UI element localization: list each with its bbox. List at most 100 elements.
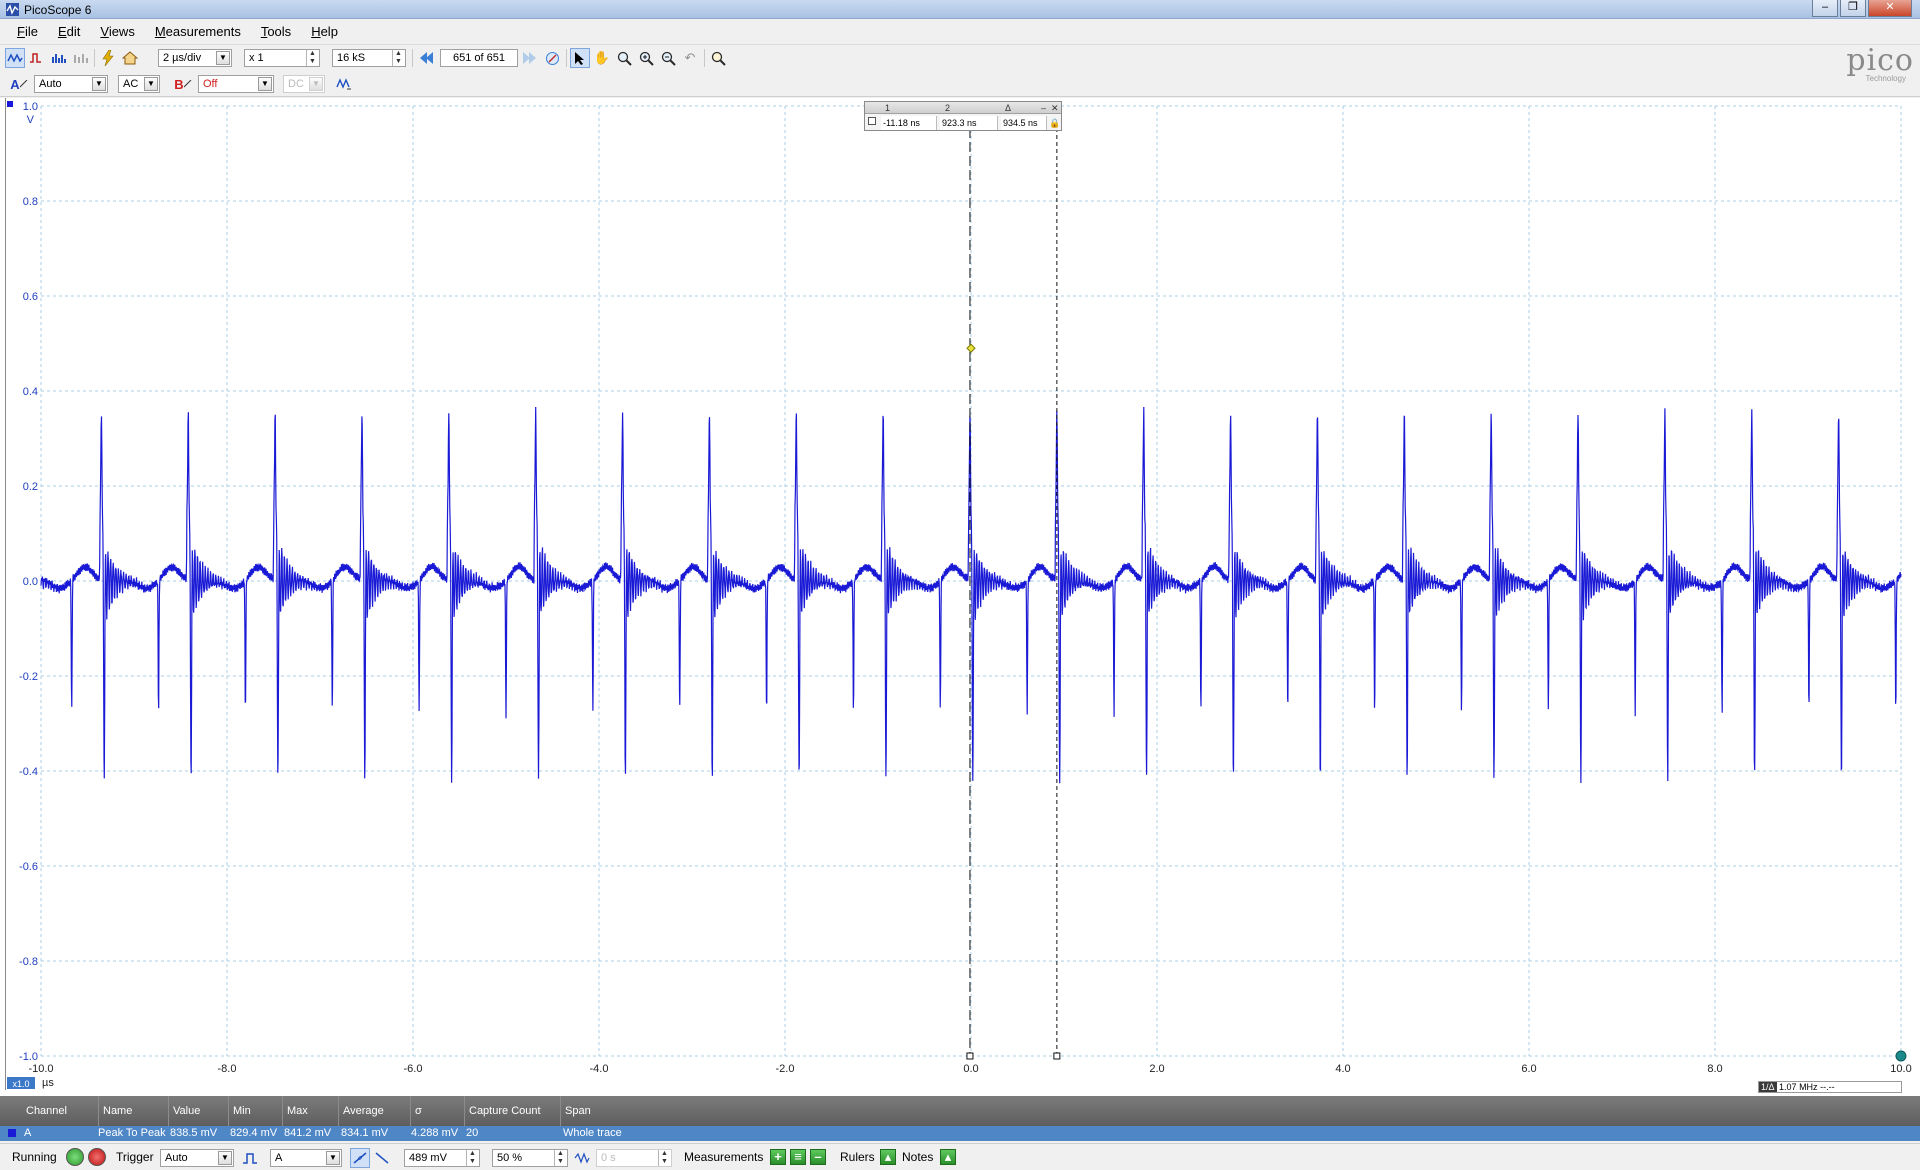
ruler-1-value: -11.18 ns <box>881 116 937 130</box>
rulers-label: Rulers <box>840 1150 875 1164</box>
y-tick-label: 0.8 <box>23 196 38 208</box>
oscilloscope-plot[interactable]: -10.0 -8.0 -6.0 -4.0 -2.0 0.0 2.0 4.0 6.0 8.0 10.0… <box>0 98 1920 1096</box>
measurements-table[interactable]: Channel Name Value Min Max Average σ Cap… <box>0 1096 1920 1141</box>
ruler-box-close-icon[interactable]: ✕ <box>1051 102 1059 114</box>
add-measurement-button[interactable]: + <box>770 1149 786 1165</box>
menu-edit[interactable]: Edit <box>48 21 90 43</box>
first-buffer-icon[interactable] <box>416 48 436 68</box>
edit-measurement-button[interactable]: ≡ <box>790 1149 806 1165</box>
zoom-box-icon[interactable] <box>614 48 634 68</box>
ruler-box-minimize-icon[interactable]: – <box>1041 102 1046 114</box>
window-title: PicoScope 6 <box>24 3 92 17</box>
time-ruler-handle-1[interactable] <box>966 1052 974 1060</box>
mso-mode-icon[interactable] <box>71 48 91 68</box>
undo-zoom-icon[interactable]: ↶ <box>680 48 700 68</box>
ruler-1-header: 1 <box>885 103 891 113</box>
cell-sigma: 4.288 mV <box>411 1127 459 1139</box>
frequency-label: 1/Δ <box>1759 1082 1777 1092</box>
close-button[interactable]: ✕ <box>1868 0 1912 17</box>
x-tick-label: 8.0 <box>1707 1063 1722 1075</box>
channel-b-coupling-select[interactable]: DC ▼ <box>283 75 325 93</box>
trigger-label: Trigger <box>116 1150 154 1164</box>
channel-a-axis-marker[interactable] <box>7 101 13 107</box>
buffer-navigator[interactable]: 651 of 651 <box>440 49 518 67</box>
notes-toggle-button[interactable]: ▴ <box>940 1149 956 1165</box>
status-bar: Running Trigger Auto ▼ A ▼ 489 mV ▲ ▼ 50 % ▲ ▼… <box>0 1143 1920 1170</box>
zoom-overview-icon[interactable] <box>708 48 728 68</box>
hand-tool-icon[interactable]: ✋ <box>592 48 612 68</box>
menu-views[interactable]: Views <box>90 21 144 43</box>
y-axis-unit-label: V <box>27 114 35 126</box>
col-channel[interactable]: Channel <box>22 1096 98 1126</box>
channel-color-swatch <box>8 1129 16 1137</box>
ruler-delta-header: Δ <box>1005 103 1012 113</box>
start-button[interactable] <box>66 1148 84 1166</box>
col-min[interactable]: Min <box>228 1096 282 1126</box>
spectrum-mode-icon[interactable] <box>49 48 69 68</box>
title-bar: PicoScope 6 – ❐ ✕ <box>0 0 1920 19</box>
falling-edge-icon[interactable] <box>372 1148 392 1168</box>
ruler-legend[interactable]: 1 2 Δ – ✕ -11.18 ns 923.3 ns 934.5 ns 🔒 <box>864 101 1062 131</box>
y-tick-label: -1.0 <box>19 1051 38 1063</box>
col-average[interactable]: Average <box>338 1096 410 1126</box>
pre-trigger-stepper[interactable]: 50 % ▲ ▼ <box>492 1149 568 1167</box>
menu-measurements[interactable]: Measurements <box>145 21 251 43</box>
trigger-source-select[interactable]: A ▼ <box>270 1149 342 1167</box>
pico-technology-logo: pico Technology <box>1846 43 1914 84</box>
trigger-marker[interactable] <box>966 343 976 353</box>
y-tick-label: 0.0 <box>23 576 38 588</box>
cell-value: 838.5 mV <box>170 1127 218 1139</box>
scope-mode-icon[interactable] <box>5 48 25 68</box>
trigger-mode-select[interactable]: Auto ▼ <box>160 1149 234 1167</box>
col-capture-count[interactable]: Capture Count <box>464 1096 560 1126</box>
menu-file[interactable]: File <box>0 21 48 43</box>
channel-a-range-select[interactable]: Auto ▼ <box>34 75 108 93</box>
trigger-threshold-stepper[interactable]: 489 mV ▲ ▼ <box>404 1149 480 1167</box>
channel-a-coupling-select[interactable]: AC ▼ <box>118 75 160 93</box>
trigger-delay-icon[interactable] <box>572 1148 592 1168</box>
timebase-end-handle[interactable] <box>1895 1050 1907 1062</box>
col-span[interactable]: Span <box>560 1096 760 1126</box>
delete-measurement-button[interactable]: – <box>810 1149 826 1165</box>
rulers-settings-button[interactable]: ▴ <box>880 1149 896 1165</box>
channel-options-icon[interactable] <box>334 74 354 94</box>
zoom-in-icon[interactable] <box>636 48 656 68</box>
channel-a-options[interactable]: A <box>7 74 31 94</box>
auto-setup-lightning-icon[interactable] <box>98 48 118 68</box>
maximize-button[interactable]: ❐ <box>1840 0 1866 17</box>
time-ruler-handle-2[interactable] <box>1053 1052 1061 1060</box>
menu-help[interactable]: Help <box>301 21 348 43</box>
rising-edge-icon[interactable] <box>350 1148 370 1168</box>
menu-tools[interactable]: Tools <box>251 21 301 43</box>
cell-average: 834.1 mV <box>341 1127 389 1139</box>
y-tick-label: -0.2 <box>19 671 38 683</box>
col-name[interactable]: Name <box>98 1096 168 1126</box>
plot-left-margin <box>0 98 5 1096</box>
persistence-mode-icon[interactable] <box>27 48 47 68</box>
cell-span: Whole trace <box>563 1127 622 1139</box>
col-value[interactable]: Value <box>168 1096 228 1126</box>
ruler-delta-value: 934.5 ns <box>1001 116 1047 130</box>
home-icon[interactable] <box>120 48 140 68</box>
multiplier-stepper[interactable]: x 1 ▲ ▼ <box>244 49 320 67</box>
pointer-tool-icon[interactable] <box>570 48 590 68</box>
cell-max: 841.2 mV <box>284 1127 332 1139</box>
col-sigma[interactable]: σ <box>410 1096 464 1126</box>
ruler-lock-checkbox[interactable] <box>868 117 876 125</box>
trigger-delay-stepper[interactable]: 0 s ▲ ▼ <box>596 1149 672 1167</box>
minimize-button[interactable]: – <box>1812 0 1838 17</box>
ruler-link-icon[interactable]: 🔒 <box>1049 117 1060 129</box>
channel-b-options[interactable]: B <box>171 74 195 94</box>
stop-button[interactable] <box>88 1148 106 1166</box>
advanced-trigger-icon[interactable] <box>240 1148 260 1168</box>
table-row[interactable]: A Peak To Peak 838.5 mV 829.4 mV 841.2 m… <box>0 1126 1920 1141</box>
scope-view[interactable]: -10.0 -8.0 -6.0 -4.0 -2.0 0.0 2.0 4.0 6.0 8.0 10.0… <box>0 98 1920 1096</box>
ruler-frequency-readout: 1/Δ 1.07 MHz --.-- <box>1758 1081 1902 1093</box>
next-buffer-icon[interactable] <box>520 48 540 68</box>
samples-stepper[interactable]: 16 kS ▲ ▼ <box>332 49 406 67</box>
buffer-overview-icon[interactable] <box>542 48 562 68</box>
channel-b-range-select[interactable]: Off ▼ <box>198 75 274 93</box>
zoom-out-icon[interactable] <box>658 48 678 68</box>
col-max[interactable]: Max <box>282 1096 338 1126</box>
timebase-select[interactable]: 2 µs/div ▼ <box>158 49 232 67</box>
